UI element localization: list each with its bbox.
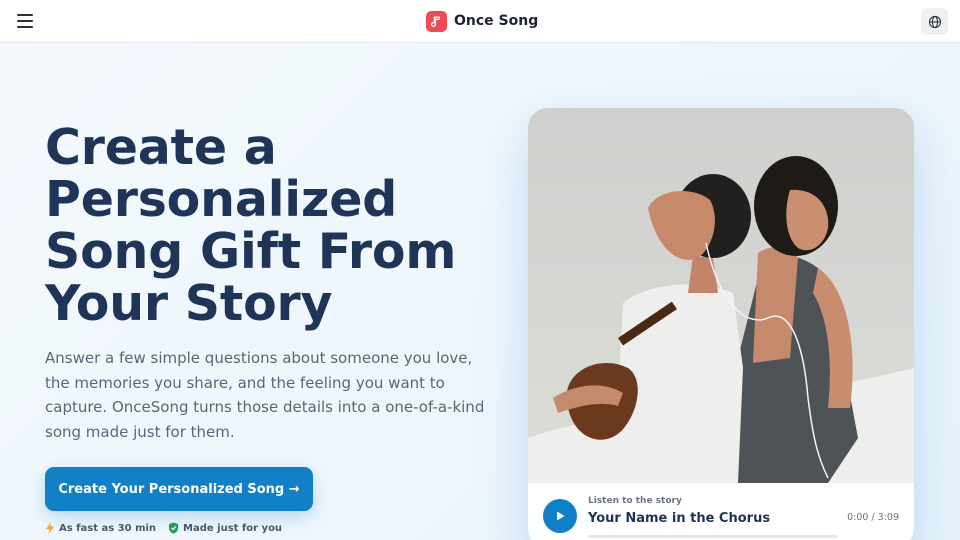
track-time: 0:00 / 3:09 (847, 512, 899, 523)
track-progress-bar[interactable] (588, 535, 838, 538)
badge-custom: Made just for you (168, 522, 282, 534)
badge-speed: As fast as 30 min (45, 522, 156, 534)
language-button[interactable] (921, 8, 948, 35)
audio-player: Listen to the story Your Name in the Cho… (528, 483, 914, 540)
badge-custom-label: Made just for you (183, 522, 283, 534)
hamburger-menu-icon[interactable] (16, 12, 34, 30)
lightning-icon (46, 522, 54, 534)
hero-media-card: Listen to the story Your Name in the Cho… (528, 108, 914, 540)
play-button[interactable] (543, 499, 577, 533)
player-eyebrow: Listen to the story (588, 496, 682, 506)
brand-name: Once Song (454, 13, 539, 29)
top-nav: Once Song (0, 0, 960, 43)
feature-badges: As fast as 30 min Made just for you (45, 522, 294, 534)
track-title: Your Name in the Chorus (588, 511, 771, 526)
play-icon (557, 511, 565, 521)
music-note-icon (426, 10, 447, 32)
badge-speed-label: As fast as 30 min (59, 522, 157, 534)
hero-description: Answer a few simple questions about some… (45, 349, 485, 441)
shield-icon (169, 522, 179, 534)
globe-icon (928, 15, 941, 28)
hero-photo (528, 108, 914, 483)
brand[interactable]: Once Song (426, 10, 538, 32)
create-song-button[interactable]: Create Your Personalized Song → (45, 467, 313, 511)
hero-title: Create a Personalized Song Gift From You… (45, 119, 457, 332)
